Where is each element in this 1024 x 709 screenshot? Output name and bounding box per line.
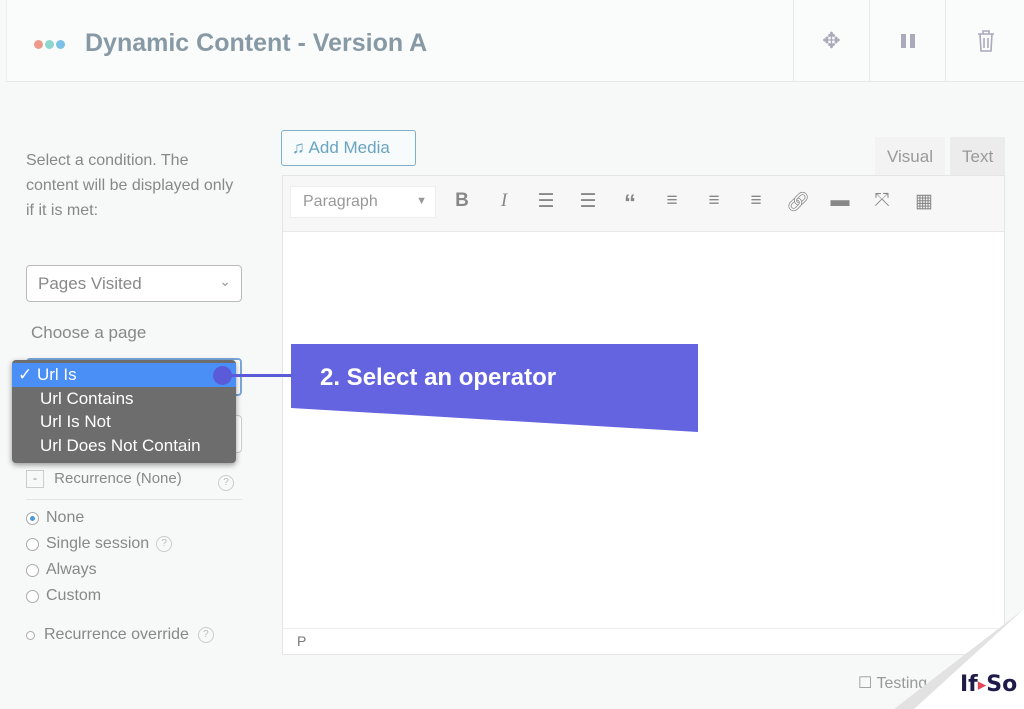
link-icon[interactable]: 🔗︎ [784,190,812,214]
callout-dot [213,366,232,385]
chevron-down-icon: ⌄ [219,273,231,289]
toolbar-toggle-icon[interactable]: ▦ [910,190,938,213]
header: Dynamic Content - Version A ✥ [6,0,1024,82]
add-media-button[interactable]: ♫ Add Media [281,130,416,166]
version-dots-icon [34,40,65,49]
align-left-icon[interactable]: ≡ [658,190,686,212]
italic-icon[interactable]: I [490,190,518,212]
radio-single-session[interactable]: Single session? [26,535,173,553]
condition-select-value: Pages Visited [38,274,142,293]
tab-text[interactable]: Text [950,137,1006,175]
help-icon[interactable]: ? [197,627,214,643]
radio-none[interactable]: None [26,509,84,527]
radio-icon [26,537,39,551]
editor-toolbar: Paragraph ▼ B I ☰ ☰ “ ≡ ≡ ≡ 🔗︎ ▬ ⤧ ▦ [283,176,1004,232]
radio-icon [26,511,39,525]
help-icon[interactable]: ? [156,536,173,552]
bold-icon[interactable]: B [448,190,476,212]
media-icon: ♫ [292,138,305,157]
checkbox-icon [26,630,35,640]
operator-option[interactable]: Url Is Not [12,410,236,434]
recurrence-header: - Recurrence (None) ? [26,470,242,500]
radio-label: Always [46,561,97,578]
format-select[interactable]: Paragraph ▼ [290,186,436,218]
callout-text: 2. Select an operator [320,364,557,391]
move-icon[interactable]: ✥ [793,0,869,81]
operator-dropdown-menu: ✓ Url Is Url Contains Url Is Not Url Doe… [12,360,236,463]
recurrence-label: Recurrence (None) [54,470,182,487]
operator-option[interactable]: Url Does Not Contain [12,434,236,458]
blockquote-icon[interactable]: “ [616,190,644,218]
radio-icon [26,563,39,577]
pause-icon[interactable] [869,0,945,81]
recurrence-override-checkbox[interactable]: Recurrence override? [26,626,214,644]
page-title: Dynamic Content - Version A [85,29,428,57]
help-icon[interactable]: ? [218,475,234,491]
fullscreen-icon[interactable]: ⤧ [868,190,896,212]
tab-visual[interactable]: Visual [875,137,945,175]
operator-option[interactable]: ✓ Url Is [12,363,236,387]
radio-icon [26,589,39,603]
radio-label: Custom [46,587,102,604]
operator-option[interactable]: Url Contains [12,387,236,411]
read-more-icon[interactable]: ▬ [826,190,854,212]
align-right-icon[interactable]: ≡ [742,190,770,212]
radio-label: Single session [46,535,150,552]
radio-label: None [46,509,85,526]
numbered-list-icon[interactable]: ☰ [574,190,602,213]
radio-custom[interactable]: Custom [26,587,101,605]
condition-select[interactable]: Pages Visited ⌄ [26,265,242,302]
radio-always[interactable]: Always [26,561,97,579]
bullet-list-icon[interactable]: ☰ [532,190,560,213]
recurrence-toggle[interactable]: - [26,470,44,489]
ifso-logo: If▶So [960,672,1018,697]
trash-icon[interactable] [945,0,1024,81]
recurrence-override-label: Recurrence override [44,626,189,643]
callout-connector [222,374,292,377]
condition-instructions: Select a condition. The content will be … [26,152,234,219]
align-center-icon[interactable]: ≡ [700,190,728,212]
choose-page-label: Choose a page [31,323,147,342]
